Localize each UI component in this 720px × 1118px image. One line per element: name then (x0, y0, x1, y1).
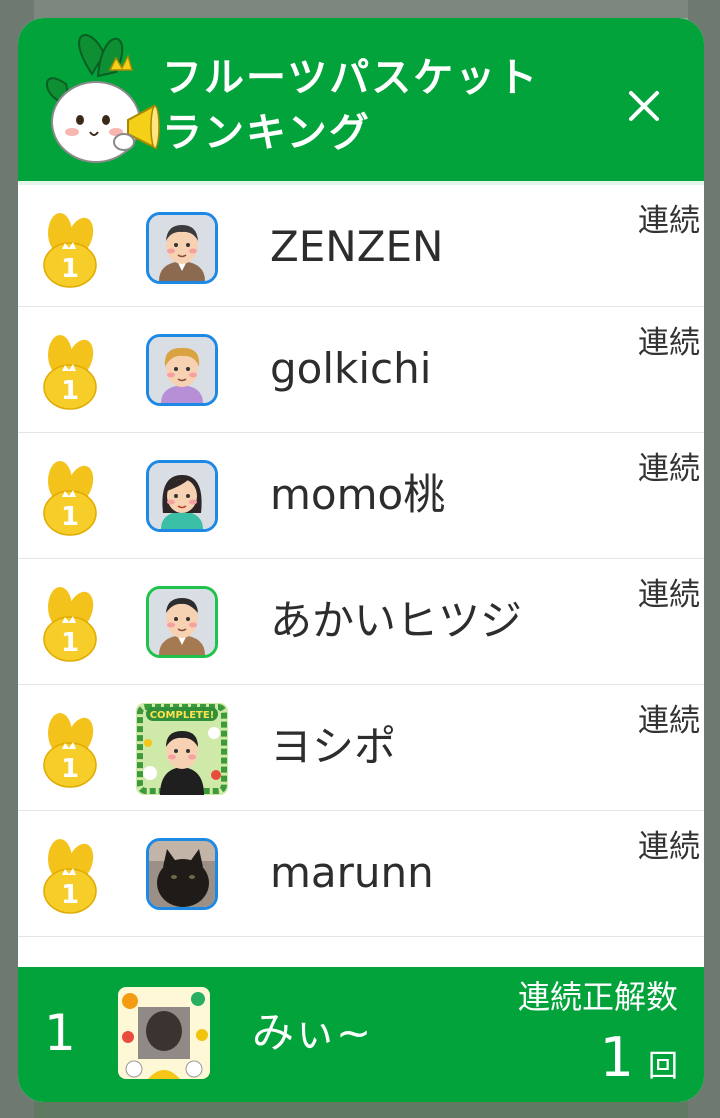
rank-number: 1 (61, 880, 79, 910)
close-button[interactable] (614, 76, 674, 136)
mascot-icon (32, 24, 162, 174)
rank-number: 1 (61, 376, 79, 406)
complete-badge-avatar-icon: COMPLETE! (136, 703, 228, 795)
rank-medal-icon: 1 (40, 587, 98, 663)
streak-count-unit: 回 (648, 1049, 678, 1084)
modal-header: フルーツパスケット ランキング (18, 18, 704, 181)
streak-count: 1回 (600, 1023, 678, 1093)
rank-medal-icon: 1 (40, 461, 98, 537)
user-name: ZENZEN (270, 222, 444, 271)
streak-label: 連続 (638, 325, 700, 361)
boy-avatar-icon (149, 337, 215, 403)
cat-photo-avatar-icon (149, 841, 215, 907)
ranking-list[interactable]: 1 ZENZEN 連続 1 golkichi 連続 1 momo桃 連続 1 あ… (18, 181, 704, 967)
ranking-row[interactable]: 1 ZENZEN 連続 (18, 181, 704, 307)
rank-medal-icon: 1 (40, 839, 98, 915)
streak-label: 連続 (638, 203, 700, 239)
close-icon (629, 91, 659, 121)
rank-number: 1 (61, 628, 79, 658)
fruit-frame-avatar-icon (118, 987, 210, 1079)
rank-number: 1 (61, 754, 79, 784)
ranking-row[interactable]: 1 momo桃 連続 (18, 433, 704, 559)
streak-count-label: 連続正解数 (517, 978, 678, 1016)
my-rank-number: 1 (44, 1004, 76, 1062)
streak-label: 連続 (638, 451, 700, 487)
my-rank-footer: 1 みぃ~ 連続正解数 1回 (18, 967, 704, 1102)
user-avatar[interactable] (146, 460, 218, 532)
title-line-2: ランキング (162, 110, 371, 156)
user-avatar[interactable]: COMPLETE! (136, 703, 228, 795)
modal-title: フルーツパスケット ランキング (162, 51, 582, 161)
user-avatar[interactable] (146, 586, 218, 658)
rank-number: 1 (61, 502, 79, 532)
user-name: momo桃 (270, 470, 446, 519)
man-avatar-icon (149, 215, 215, 281)
woman-avatar-icon (149, 463, 215, 529)
streak-label: 連続 (638, 577, 700, 613)
user-name: marunn (270, 848, 434, 897)
my-name: みぃ~ (252, 1008, 372, 1057)
ranking-row[interactable]: 1 あかいヒツジ 連続 (18, 559, 704, 685)
ranking-row[interactable]: 1 COMPLETE! ヨシポ 連続 (18, 685, 704, 811)
ranking-modal: フルーツパスケット ランキング 1 ZENZEN 連続 1 golkichi 連… (18, 18, 704, 1102)
user-name: あかいヒツジ (270, 596, 523, 645)
user-avatar[interactable] (146, 212, 218, 284)
ranking-row[interactable]: 1 golkichi 連続 (18, 307, 704, 433)
streak-label: 連続 (638, 703, 700, 739)
user-name: golkichi (270, 344, 432, 393)
my-avatar[interactable] (118, 987, 210, 1079)
title-line-1: フルーツパスケット (162, 55, 540, 101)
user-name: ヨシポ (270, 722, 397, 771)
rank-number: 1 (61, 254, 79, 284)
rank-medal-icon: 1 (40, 335, 98, 411)
streak-count-value: 1 (599, 1026, 634, 1089)
streak-label: 連続 (638, 829, 700, 865)
man-avatar-icon (149, 589, 215, 655)
user-avatar[interactable] (146, 334, 218, 406)
user-avatar[interactable] (146, 838, 218, 910)
ranking-row[interactable]: 1 marunn 連続 (18, 811, 704, 937)
rank-medal-icon: 1 (40, 213, 98, 289)
rank-medal-icon: 1 (40, 713, 98, 789)
complete-badge-text: COMPLETE! (150, 710, 215, 721)
